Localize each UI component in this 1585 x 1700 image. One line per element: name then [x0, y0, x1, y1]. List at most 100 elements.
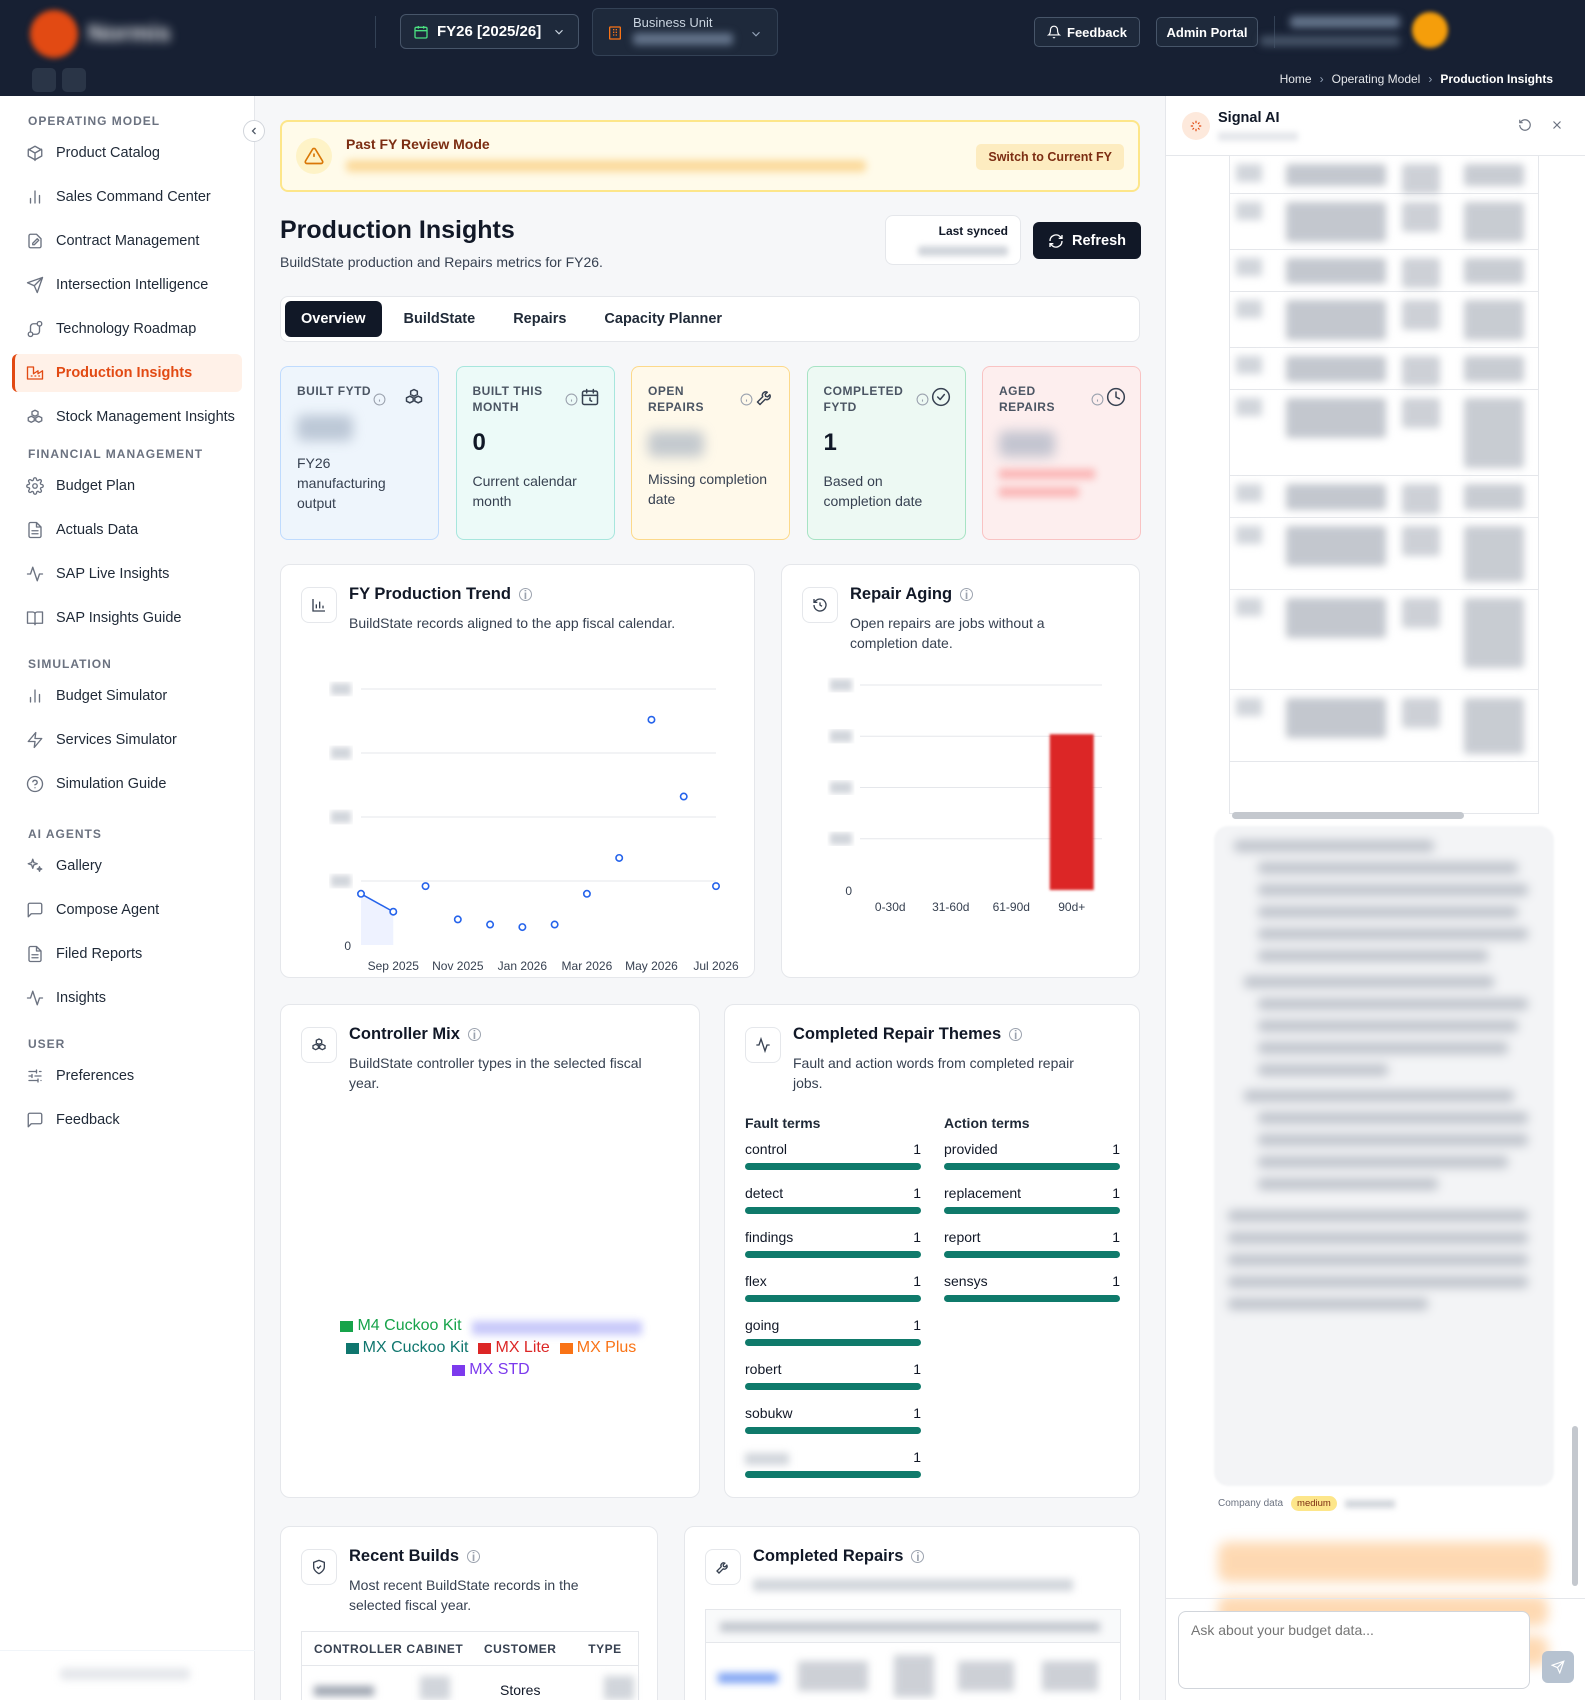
- business-unit-selector[interactable]: Business Unit: [592, 8, 778, 56]
- sidebar-item-feedback[interactable]: Feedback: [12, 1101, 242, 1139]
- sidebar-item-production-insights[interactable]: Production Insights: [12, 354, 242, 392]
- sidebar-item-compose-agent[interactable]: Compose Agent: [12, 891, 242, 929]
- sidebar-item-filed-reports[interactable]: Filed Reports: [12, 935, 242, 973]
- sidebar-item-technology-roadmap[interactable]: Technology Roadmap: [12, 310, 242, 348]
- trend-title: FY Production Trend: [349, 585, 511, 603]
- wrench-icon: [756, 391, 771, 406]
- legend-item[interactable]: MX Lite: [478, 1339, 550, 1357]
- sidebar-item-contract-management[interactable]: Contract Management: [12, 222, 242, 260]
- sidebar-item-product-catalog[interactable]: Product Catalog: [12, 134, 242, 172]
- term-count: 1: [913, 1405, 921, 1421]
- sidebar-item-budget-plan[interactable]: Budget Plan: [12, 467, 242, 505]
- message-icon: [27, 1112, 43, 1128]
- sidebar-item-services-simulator[interactable]: Services Simulator: [12, 721, 242, 759]
- panel-scrollbar[interactable]: [1572, 1426, 1578, 1586]
- info-icon[interactable]: i: [1009, 1028, 1023, 1042]
- refresh-button[interactable]: Refresh: [1033, 222, 1141, 259]
- x-tick-label: Jul 2026: [693, 959, 739, 973]
- data-point: [421, 882, 430, 891]
- calendar-clock-icon: [581, 388, 598, 406]
- send-button[interactable]: [1542, 1651, 1574, 1683]
- switch-current-fy-button[interactable]: Switch to Current FY: [976, 144, 1124, 170]
- action-terms-header: Action terms: [944, 1115, 1030, 1131]
- help-circle-icon: [26, 775, 44, 793]
- toolbar-button[interactable]: [32, 68, 56, 92]
- clock-icon: [1106, 387, 1126, 407]
- sidebar-item-budget-simulator[interactable]: Budget Simulator: [12, 677, 242, 715]
- sidebar-item-preferences[interactable]: Preferences: [12, 1057, 242, 1095]
- kpi-card-built-this-month: BUILT THIS MONTH 0 Current calendar month: [455, 366, 615, 540]
- info-icon[interactable]: i: [467, 1028, 481, 1042]
- shield-icon: [301, 1549, 337, 1585]
- column-header[interactable]: CONTROLLER: [302, 1642, 406, 1656]
- tab-capacity-planner[interactable]: Capacity Planner: [588, 301, 738, 337]
- y-tick-label: 0: [845, 884, 852, 898]
- tab-repairs[interactable]: Repairs: [497, 301, 582, 337]
- sidebar-item-sales-command-center[interactable]: Sales Command Center: [12, 178, 242, 216]
- info-icon[interactable]: i: [960, 588, 974, 602]
- info-icon[interactable]: i: [518, 588, 532, 602]
- controller-title: Controller Mix: [349, 1025, 460, 1043]
- sparkle-icon: [1182, 112, 1210, 140]
- breadcrumb-home[interactable]: Home: [1280, 72, 1312, 86]
- table-scrollbar[interactable]: [1232, 812, 1464, 819]
- sidebar-item-intersection-intelligence[interactable]: Intersection Intelligence: [12, 266, 242, 304]
- close-icon[interactable]: [1550, 118, 1564, 132]
- admin-portal-button[interactable]: Admin Portal: [1156, 17, 1258, 47]
- main-content: Past FY Review Mode Switch to Current FY…: [255, 96, 1165, 1700]
- legend-item[interactable]: M4 Cuckoo Kit: [340, 1317, 462, 1335]
- info-icon[interactable]: i: [467, 1550, 481, 1564]
- sidebar-item-label: SAP Live Insights: [56, 566, 170, 582]
- reset-icon[interactable]: [1518, 118, 1532, 132]
- tab-buildstate[interactable]: BuildState: [388, 301, 492, 337]
- tab-overview[interactable]: Overview: [285, 301, 382, 337]
- sidebar-item-actuals-data[interactable]: Actuals Data: [12, 511, 242, 549]
- zap-icon: [27, 731, 43, 749]
- sidebar-item-label: Budget Simulator: [56, 688, 168, 704]
- feedback-button[interactable]: Feedback: [1034, 17, 1140, 47]
- toolbar-button[interactable]: [62, 68, 86, 92]
- legend-swatch: [452, 1364, 466, 1376]
- table-row: [1230, 390, 1538, 476]
- info-icon[interactable]: i: [911, 1550, 925, 1564]
- info-icon[interactable]: [1091, 393, 1104, 411]
- sidebar-item-sap-insights-guide[interactable]: SAP Insights Guide: [12, 599, 242, 637]
- completed-repairs-subtitle: [753, 1579, 1073, 1591]
- info-icon[interactable]: [565, 393, 578, 411]
- controller-legend: M4 Cuckoo Kit MX Cuckoo Kit MX Lite MX Plus…: [311, 1317, 671, 1379]
- breadcrumb-operating-model[interactable]: Operating Model: [1332, 72, 1421, 86]
- user-menu[interactable]: [1260, 12, 1460, 52]
- column-header[interactable]: TYPE: [588, 1642, 638, 1656]
- table-row: [1230, 194, 1538, 250]
- x-tick-label: Sep 2025: [368, 959, 420, 973]
- message-icon: [27, 902, 43, 918]
- legend-item[interactable]: MX Plus: [559, 1339, 636, 1357]
- data-point: [615, 853, 624, 862]
- suggestion-chip[interactable]: [1218, 1542, 1548, 1582]
- sidebar-item-simulation-guide[interactable]: Simulation Guide: [12, 765, 242, 803]
- sidebar-item-label: Services Simulator: [56, 732, 177, 748]
- legend-item[interactable]: MX STD: [452, 1361, 530, 1379]
- legend-item[interactable]: [471, 1321, 642, 1335]
- info-icon[interactable]: [740, 393, 753, 411]
- column-header[interactable]: CABINET: [406, 1642, 484, 1656]
- sidebar-item-gallery[interactable]: Gallery: [12, 847, 242, 885]
- banner-message: [346, 160, 866, 172]
- term-bar: [745, 1163, 921, 1170]
- divider: [375, 16, 376, 48]
- fiscal-year-selector[interactable]: FY26 [2025/26]: [400, 14, 579, 49]
- fault-term-row: control 1: [745, 1141, 921, 1177]
- kpi-value: 0: [472, 429, 486, 456]
- table-row[interactable]: Stores: [301, 1665, 639, 1700]
- sidebar-collapse-button[interactable]: [243, 120, 265, 142]
- info-icon[interactable]: [373, 393, 386, 411]
- sidebar-item-stock-management-insights[interactable]: Stock Management Insights: [12, 398, 242, 436]
- legend-item[interactable]: MX Cuckoo Kit: [345, 1339, 468, 1357]
- sidebar-item-insights[interactable]: Insights: [12, 979, 242, 1017]
- info-icon[interactable]: [916, 393, 929, 411]
- table-row[interactable]: [705, 1643, 1121, 1700]
- app-logo[interactable]: Normis: [30, 10, 201, 58]
- ai-chat-input[interactable]: [1178, 1611, 1530, 1689]
- sidebar-item-sap-live-insights[interactable]: SAP Live Insights: [12, 555, 242, 593]
- column-header[interactable]: CUSTOMER: [484, 1642, 588, 1656]
